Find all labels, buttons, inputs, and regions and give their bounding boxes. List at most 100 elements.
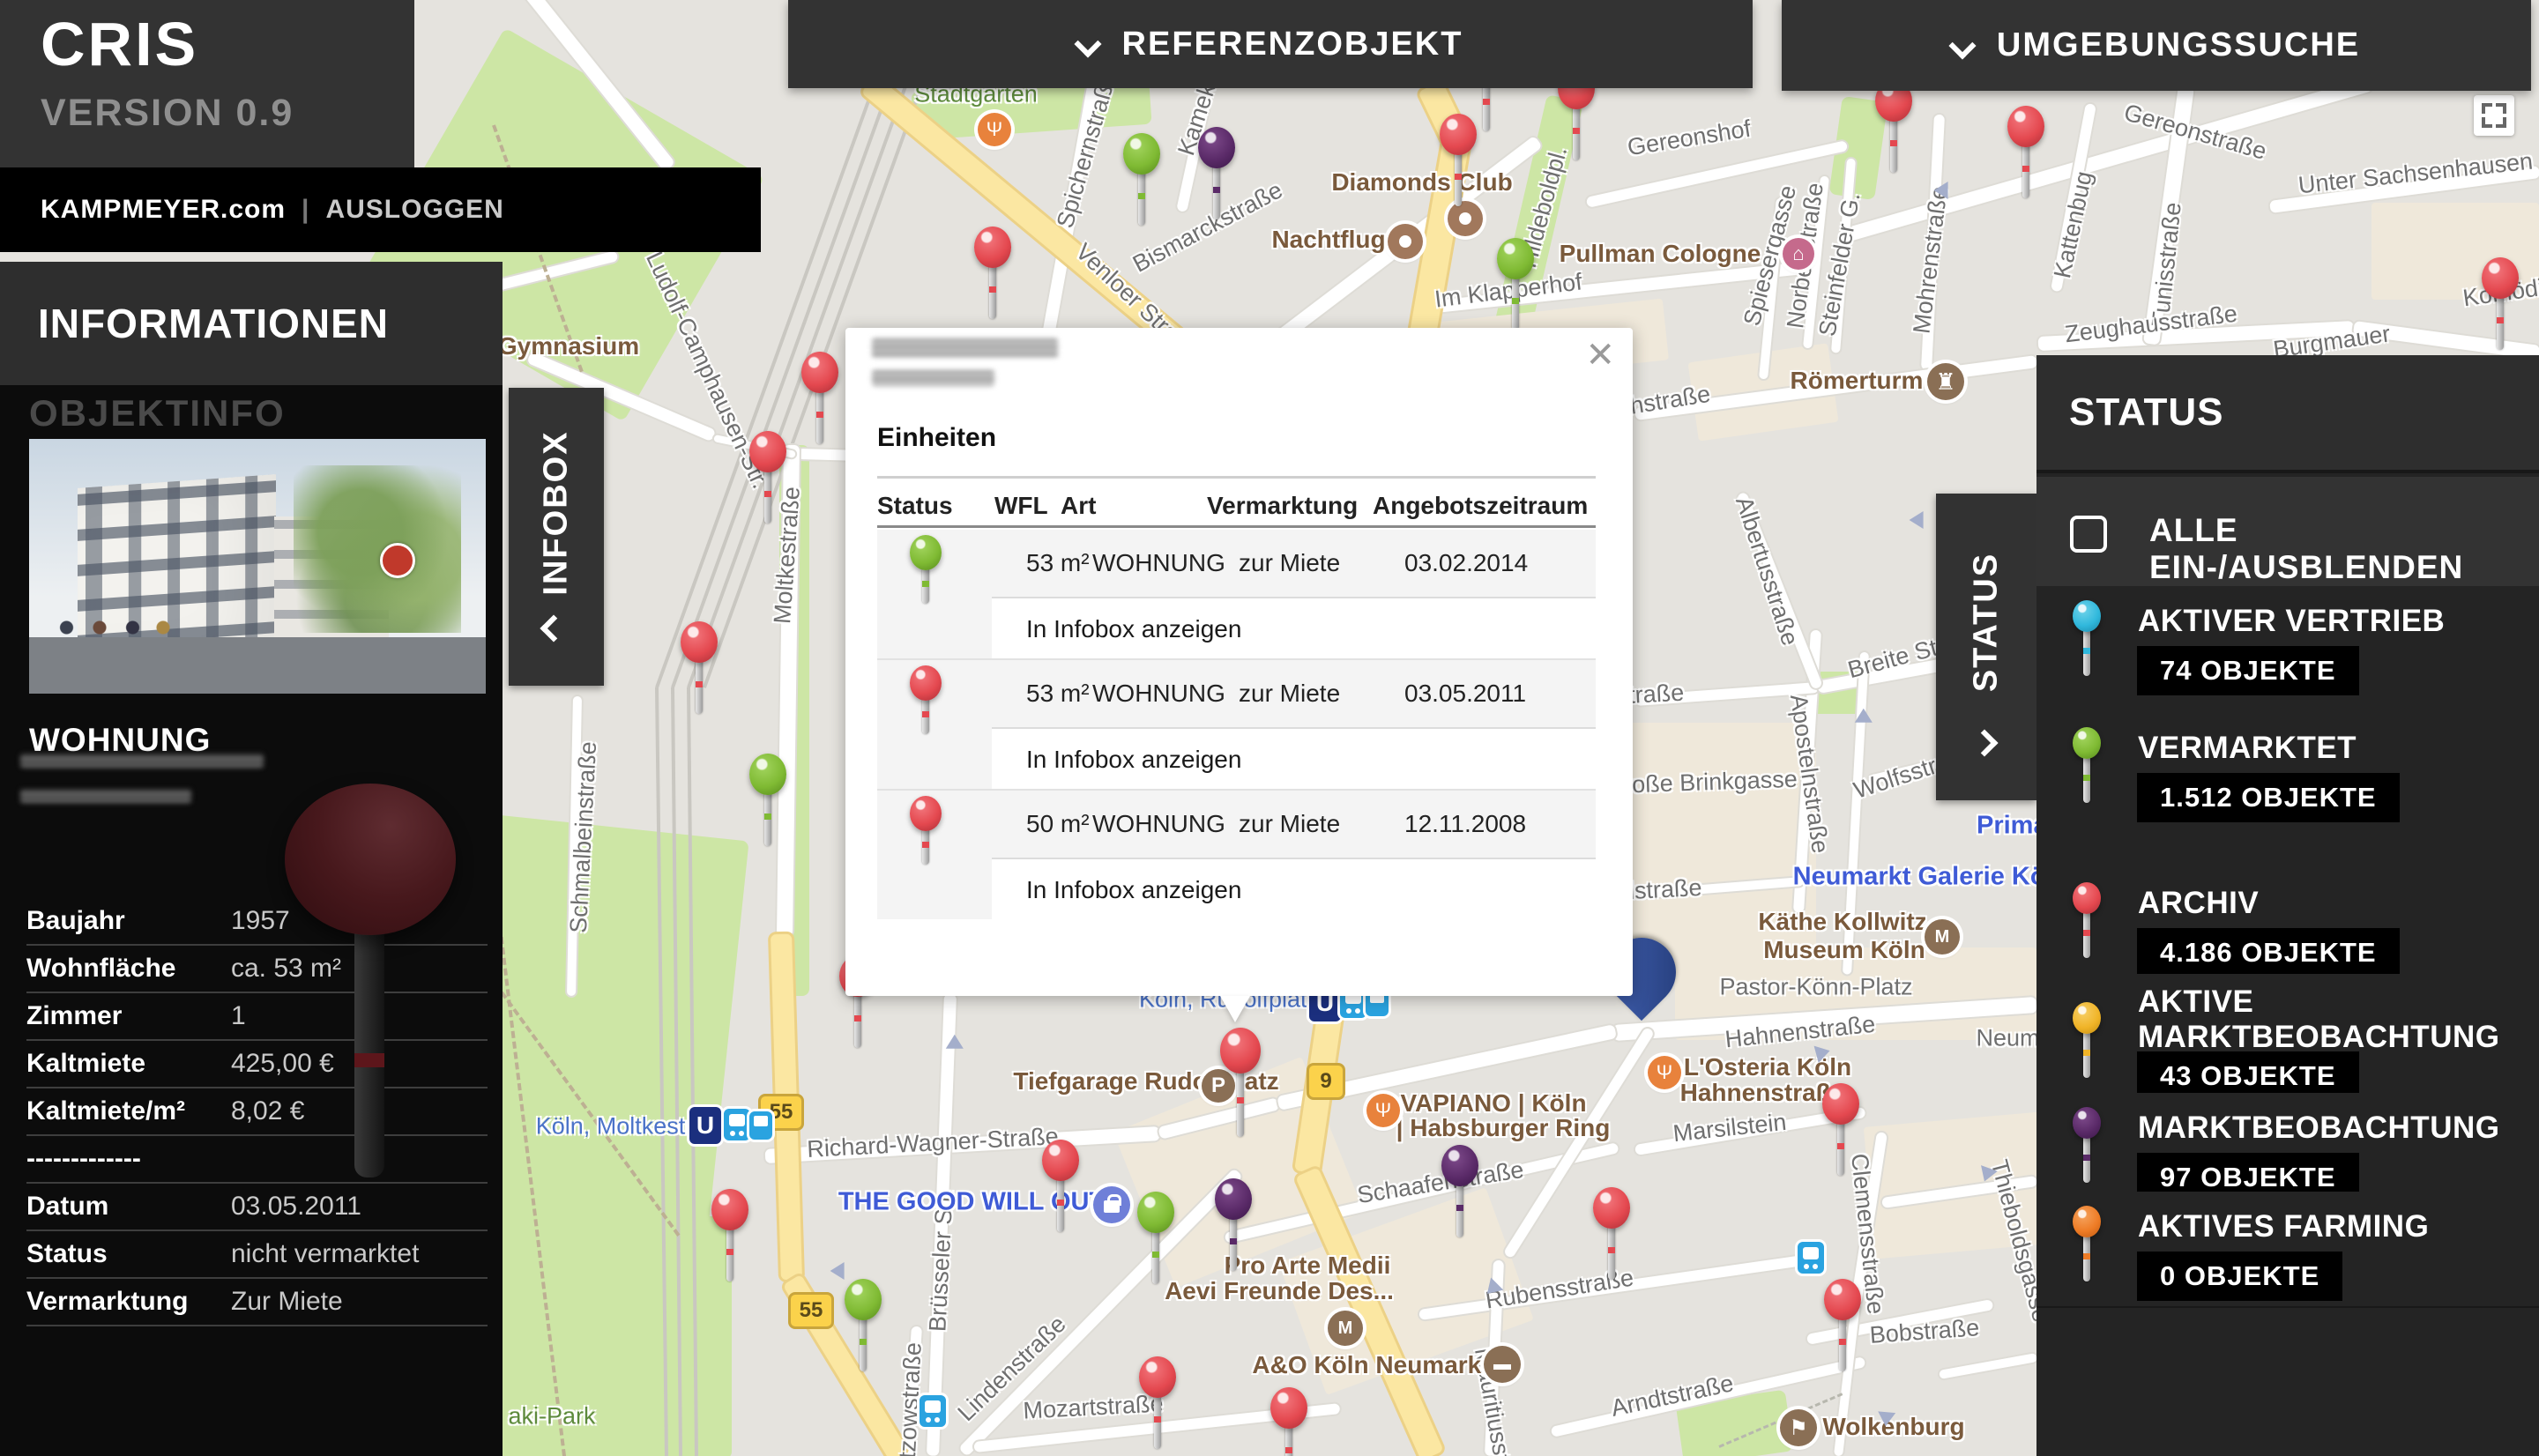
pin-ball [1215, 1178, 1252, 1220]
show-in-infobox-link[interactable]: In Infobox anzeigen [1026, 615, 1241, 643]
pin-ball [1440, 114, 1477, 155]
pin-stick [696, 657, 703, 714]
pin-stick [860, 1315, 867, 1371]
toggle-all-row[interactable]: ALLE EIN-/AUSBLENDEN [2036, 477, 2539, 590]
map-label-marsilstein: Marsilstein [1672, 1109, 1788, 1148]
status-filter-aktiver-vertrieb[interactable]: AKTIVER VERTRIEB74 OBJEKTE [2036, 586, 2539, 717]
umgebungssuche-bar[interactable]: UMGEBUNGSSUCHE [1782, 0, 2531, 91]
referenzobjekt-bar[interactable]: REFERENZOBJEKT [788, 0, 1753, 88]
tram-wheel [730, 1131, 735, 1136]
map-label--habsburger-ring: | Habsburger Ring [1396, 1114, 1611, 1142]
column-header-status: Status [877, 492, 953, 520]
pin-band [860, 1339, 867, 1345]
status-filter-vermarktet[interactable]: VERMARKTET1.512 OBJEKTE [2036, 713, 2539, 872]
pin-band [2083, 1155, 2090, 1161]
unit-row[interactable]: 53 m²WOHNUNGzur Miete03.02.2014In Infobo… [877, 530, 1596, 658]
museum-icon[interactable]: M [1925, 919, 1960, 955]
pin-ball [845, 1279, 882, 1320]
pin-stick [1230, 1215, 1237, 1271]
pin-ball [711, 1189, 748, 1230]
nightclub-icon[interactable] [1448, 201, 1483, 236]
unit-cell-wfl: 50 m² [1026, 791, 1090, 858]
account-link[interactable]: KAMPMEYER.com [41, 195, 286, 225]
unit-cell-art: WOHNUNG [1092, 791, 1225, 858]
bus-icon[interactable] [749, 1111, 772, 1140]
map-label-diamonds-club: Diamonds Club [1331, 168, 1512, 197]
show-in-infobox-link[interactable]: In Infobox anzeigen [1026, 746, 1241, 774]
logout-link[interactable]: AUSLOGGEN [325, 195, 503, 225]
map-label-k-ln-moltkestr-: Köln, Moltkestr. [536, 1113, 699, 1140]
shopping-bag-icon[interactable] [1093, 1186, 1130, 1223]
map-label-kattenbug: Kattenbug [2049, 169, 2098, 281]
close-icon[interactable]: ✕ [1585, 335, 1615, 375]
map-label-mozartstra-e: Mozartstraße [1023, 1390, 1164, 1424]
unit-row[interactable]: 53 m²WOHNUNGzur Miete03.05.2011In Infobo… [877, 660, 1596, 789]
status-filter-label: AKTIVE MARKTBEOBACHTUNG [2138, 984, 2499, 1056]
nightclub-icon[interactable] [1388, 224, 1423, 259]
hotel-icon[interactable]: ⌂ [1783, 238, 1814, 270]
status-filter-aktive-marktbeobachtung[interactable]: AKTIVE MARKTBEOBACHTUNG43 OBJEKTE [2036, 974, 2539, 1096]
status-filter-aktives-farming[interactable]: AKTIVES FARMING0 OBJEKTE [2036, 1192, 2539, 1310]
oneway-arrow-icon [1877, 1411, 1895, 1427]
pin-band [1455, 174, 1462, 180]
restaurant-icon[interactable]: Ψ [1366, 1094, 1400, 1127]
pin-band [1839, 1339, 1846, 1345]
tram-wheel [739, 1131, 744, 1136]
unit-cell-wfl: 53 m² [1026, 660, 1090, 727]
ubahn-icon[interactable]: U [689, 1107, 721, 1144]
infobox-tab[interactable]: INFOBOX [509, 388, 604, 686]
pin-ball [2073, 1107, 2101, 1139]
pin-band [764, 813, 771, 820]
pin-stick [1890, 116, 1897, 173]
detail-row-kaltmiete-m-: Kaltmiete/m²8,02 € [26, 1088, 488, 1136]
pin-band [2022, 166, 2029, 172]
detail-value: nicht vermarktet [231, 1239, 419, 1269]
unit-row[interactable]: 50 m²WOHNUNGzur Miete12.11.2008In Infobo… [877, 791, 1596, 919]
detail-row-datum: Datum03.05.2011 [26, 1184, 488, 1231]
tram-wheel [1346, 1008, 1351, 1014]
pin-stick [1213, 163, 1220, 219]
tower-icon[interactable]: ♜ [1927, 363, 1964, 400]
status-filter-archiv[interactable]: ARCHIV 4.186 OBJEKTE [2036, 868, 2539, 977]
tram-icon[interactable] [920, 1395, 946, 1427]
no-entry-sign [380, 543, 415, 578]
status-tab[interactable]: STATUS [1936, 494, 2036, 800]
oneway-arrow-icon [830, 1262, 845, 1280]
pin-ball [2073, 727, 2101, 759]
tram-wheel [1813, 1264, 1818, 1269]
status-filter-label: MARKTBEOBACHTUNG [2138, 1111, 2499, 1146]
detail-row-vermarktung: VermarktungZur Miete [26, 1279, 488, 1326]
detail-label: Wohnfläche [26, 954, 231, 984]
pin-stick [854, 992, 861, 1048]
fullscreen-icon[interactable] [2474, 95, 2514, 136]
pin-band [1890, 140, 1897, 146]
pin-ball [1824, 1279, 1861, 1320]
oneway-arrow-icon [946, 1035, 964, 1049]
pin-band [922, 842, 929, 848]
tram-window [925, 1400, 941, 1413]
map-label-r-merturm: Römerturm [1791, 367, 1924, 395]
pin-ball [1822, 1083, 1859, 1125]
pin-stick [1512, 274, 1519, 331]
object-photo [29, 439, 486, 694]
status-filter-count-badge: 4.186 OBJEKTE [2137, 928, 2400, 977]
status-filter-marktbeobachtung[interactable]: MARKTBEOBACHTUNG97 OBJEKTE [2036, 1093, 2539, 1195]
status-filter-label: ARCHIV [2138, 886, 2259, 921]
pin-stick [1237, 1068, 1244, 1137]
pin-band [922, 581, 929, 587]
pin-stick [1152, 1228, 1159, 1284]
lodging-icon[interactable]: ▬ [1484, 1346, 1521, 1383]
show-in-infobox-link[interactable]: In Infobox anzeigen [1026, 876, 1241, 904]
icon-dot [1399, 235, 1411, 248]
detail-label: Zimmer [26, 1001, 231, 1031]
unit-cell-vermarktung: zur Miete [1239, 791, 1340, 858]
status-filter-partial-row [2036, 1308, 2539, 1456]
restaurant-icon[interactable]: Ψ [978, 113, 1011, 146]
tram-icon[interactable] [1798, 1242, 1824, 1274]
restaurant-icon[interactable]: Ψ [1648, 1056, 1681, 1089]
toggle-all-checkbox[interactable] [2070, 516, 2107, 553]
castle-icon[interactable]: ⚑ [1780, 1409, 1817, 1446]
museum-icon[interactable]: M [1328, 1311, 1363, 1346]
tram-icon[interactable] [724, 1109, 750, 1140]
pin-band [726, 1249, 733, 1255]
